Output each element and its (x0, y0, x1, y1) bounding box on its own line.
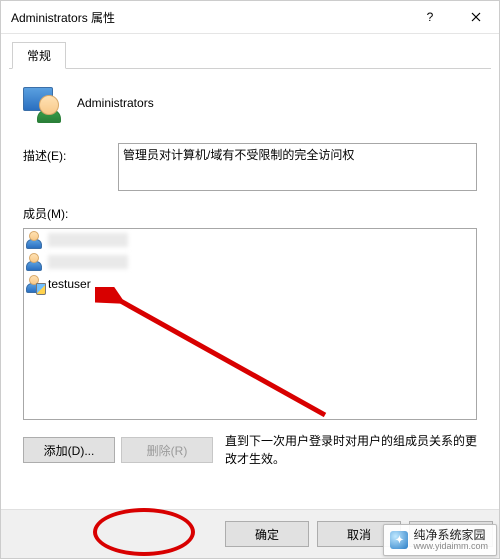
add-button[interactable]: 添加(D)... (23, 437, 115, 463)
description-label: 描述(E): (23, 143, 118, 164)
list-item[interactable]: testuser (24, 273, 476, 295)
member-name-redacted (48, 233, 128, 247)
tab-general[interactable]: 常规 (12, 42, 66, 69)
user-icon (26, 231, 44, 249)
help-button[interactable]: ? (407, 1, 453, 33)
ok-button[interactable]: 确定 (225, 521, 309, 547)
list-item[interactable] (24, 229, 476, 251)
list-item[interactable] (24, 251, 476, 273)
watermark: ✦ 纯净系统家园 www.yidaimm.com (383, 524, 497, 556)
remove-button: 删除(R) (121, 437, 213, 463)
user-icon (26, 253, 44, 271)
close-button[interactable] (453, 1, 499, 33)
member-name-redacted (48, 255, 128, 269)
members-list[interactable]: testuser (23, 228, 477, 420)
watermark-url: www.yidaimm.com (413, 542, 488, 552)
window-title: Administrators 属性 (11, 9, 407, 26)
description-field[interactable]: 管理员对计算机/域有不受限制的完全访问权 (118, 143, 477, 191)
user-icon (26, 275, 44, 293)
close-icon (471, 12, 481, 22)
tab-content: Administrators 描述(E): 管理员对计算机/域有不受限制的完全访… (1, 69, 499, 468)
member-name: testuser (48, 277, 91, 291)
members-label: 成员(M): (23, 205, 477, 222)
membership-note: 直到下一次用户登录时对用户的组成员关系的更改才生效。 (225, 432, 477, 468)
group-name: Administrators (77, 96, 154, 110)
tab-strip: 常规 (9, 42, 491, 69)
watermark-logo-icon: ✦ (390, 531, 408, 549)
dialog-window: Administrators 属性 ? 常规 Administrators 描述… (0, 0, 500, 559)
group-icon (23, 85, 59, 121)
title-bar: Administrators 属性 ? (1, 1, 499, 34)
